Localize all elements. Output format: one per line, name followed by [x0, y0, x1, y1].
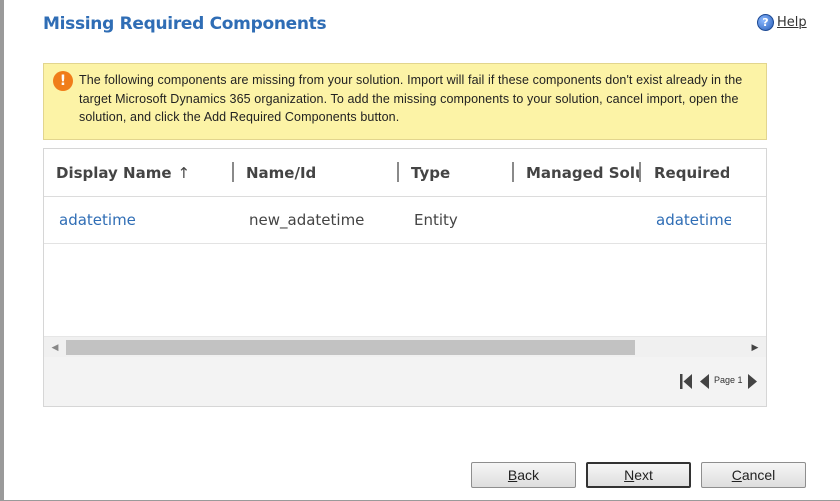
missing-components-grid: Display Name ↑ Name/Id Type Managed Solu…	[43, 148, 767, 407]
cancel-button-mnemonic: C	[731, 467, 742, 483]
scroll-left-arrow-icon[interactable]: ◀	[49, 341, 61, 354]
column-separator[interactable]	[397, 162, 399, 182]
scrollbar-thumb[interactable]	[66, 340, 635, 355]
column-header-name-id[interactable]: Name/Id	[246, 149, 396, 196]
first-page-icon[interactable]	[679, 373, 693, 390]
page-number-label: Page 1	[714, 375, 743, 385]
help-label: Help	[777, 15, 807, 30]
next-page-icon[interactable]	[747, 373, 758, 390]
column-header-label: Managed Solut	[526, 163, 639, 182]
column-header-required-by[interactable]: Required l	[654, 149, 729, 196]
cell-required-by-link[interactable]: adatetime	[656, 197, 731, 243]
table-row[interactable]: adatetime new_adatetime Entity adatetime	[44, 197, 766, 244]
column-header-label: Required l	[654, 163, 729, 182]
column-header-managed-solution[interactable]: Managed Solut	[526, 149, 639, 196]
column-header-type[interactable]: Type	[411, 149, 511, 196]
help-question-icon: ?	[757, 14, 774, 31]
cell-display-name-link[interactable]: adatetime	[59, 197, 229, 243]
column-header-label: Type	[411, 163, 451, 182]
cell-name-id: new_adatetime	[249, 211, 365, 229]
previous-page-icon[interactable]	[699, 373, 710, 390]
window-left-edge	[0, 0, 4, 501]
exclamation-warning-icon: !	[53, 71, 73, 91]
column-separator[interactable]	[512, 162, 514, 182]
warning-banner: ! The following components are missing f…	[43, 63, 767, 140]
back-button[interactable]: Back	[471, 462, 576, 488]
cell-type: Entity	[414, 211, 458, 229]
horizontal-scrollbar[interactable]: ◀ ▶	[44, 336, 766, 357]
cancel-button[interactable]: Cancel	[701, 462, 806, 488]
column-header-label: Display Name	[56, 163, 172, 182]
back-button-mnemonic: B	[507, 467, 518, 483]
warning-text: The following components are missing fro…	[79, 73, 743, 124]
cell-managed-solution	[529, 197, 639, 243]
grid-header-row: Display Name ↑ Name/Id Type Managed Solu…	[44, 149, 766, 197]
scroll-right-arrow-icon[interactable]: ▶	[749, 341, 761, 354]
column-header-display-name[interactable]: Display Name ↑	[56, 149, 231, 196]
next-button-label: ext	[634, 467, 653, 483]
cancel-button-label: ancel	[741, 467, 776, 483]
column-separator[interactable]	[639, 162, 641, 182]
grid-pager: Page 1	[44, 357, 766, 406]
column-separator[interactable]	[232, 162, 234, 182]
help-link[interactable]: ? Help	[757, 14, 807, 31]
dialog-title: Missing Required Components	[43, 14, 327, 34]
column-header-label: Name/Id	[246, 163, 317, 182]
next-button[interactable]: Next	[586, 462, 691, 488]
sort-ascending-icon: ↑	[177, 163, 191, 182]
next-button-mnemonic: N	[624, 467, 635, 483]
back-button-label: ack	[517, 467, 540, 483]
